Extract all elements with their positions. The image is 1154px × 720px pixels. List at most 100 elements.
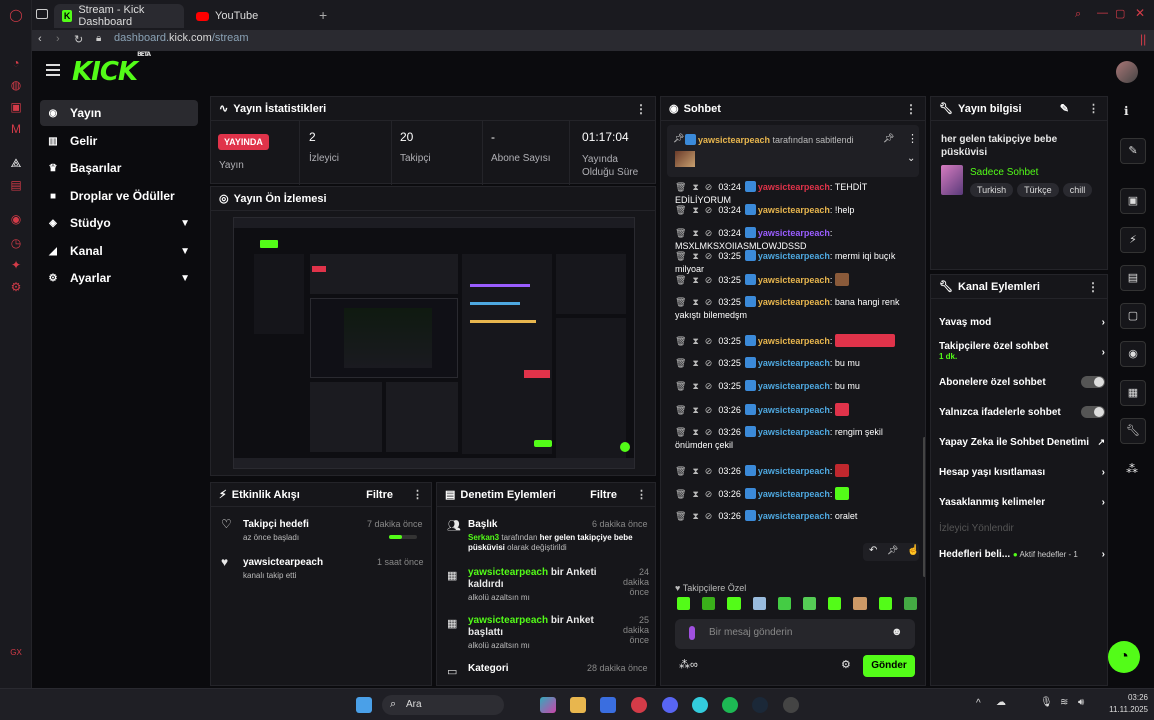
chat-message[interactable]: 🗑︎ ⧗ ⊘ 03:25 yawsictearpeach: bu mu — [675, 357, 919, 370]
ban-icon[interactable]: ⊘ — [705, 275, 713, 285]
sidebar-item-kanal[interactable]: ◢ Kanal ▼ — [40, 238, 198, 264]
ban-icon[interactable]: ⊘ — [705, 205, 713, 215]
emote-icon[interactable] — [777, 597, 792, 610]
taskbar-search[interactable]: ⌕ Ara — [382, 695, 504, 715]
timeout-icon[interactable]: ⧗ — [692, 405, 698, 415]
opera-gx-icon[interactable] — [631, 697, 647, 713]
tab-overview-icon[interactable] — [36, 9, 48, 19]
ban-icon[interactable]: ⊘ — [705, 336, 713, 346]
more-icon[interactable]: ⋮ — [636, 488, 647, 501]
trash-icon[interactable]: 🗑︎ — [675, 297, 686, 307]
mic-tray-icon[interactable]: 🎙︎ — [1040, 697, 1053, 708]
trash-icon[interactable]: 🗑︎ — [675, 489, 686, 499]
action-ai-moderation[interactable]: Yapay Zeka ile Sohbet Denetimi ↗ — [939, 437, 1105, 448]
steam-icon[interactable] — [752, 697, 768, 713]
toggle-switch[interactable] — [1081, 406, 1105, 418]
search-tabs-icon[interactable]: ⌕ — [1075, 8, 1081, 21]
pinned-message[interactable]: 📌︎ yawsictearpeach tarafından sabitlendi… — [667, 125, 919, 177]
chat-input[interactable]: Bir mesaj gönderin ☻ — [675, 619, 915, 649]
spotify-icon[interactable] — [722, 697, 738, 713]
emote-icon[interactable] — [878, 597, 892, 610]
action-followers-only[interactable]: Takipçilere özel sohbet › 1 dk. — [939, 341, 1105, 361]
action-account-age[interactable]: Hesap yaşı kısıtlaması › — [939, 467, 1105, 478]
maximize-icon[interactable]: ▢ — [1115, 7, 1125, 20]
timeout-icon[interactable]: ⧗ — [692, 275, 698, 285]
history-icon[interactable]: ◷ — [9, 236, 23, 250]
reload-icon[interactable]: ↻ — [74, 33, 83, 46]
chat-message[interactable]: 🗑︎ ⧗ ⊘ 03:26 yawsictearpeach: — [675, 464, 919, 478]
timeout-icon[interactable]: ⧗ — [692, 489, 698, 499]
close-icon[interactable]: ✕ — [1135, 6, 1145, 20]
store-icon[interactable] — [600, 697, 616, 713]
screen-tool-button[interactable]: ▣ — [1120, 188, 1146, 214]
trash-icon[interactable]: 🗑︎ — [675, 358, 686, 368]
gx-icon[interactable]: GX — [9, 646, 23, 660]
trash-icon[interactable]: 🗑︎ — [675, 405, 686, 415]
toggle-switch[interactable] — [1081, 376, 1105, 388]
ban-icon[interactable]: ⊘ — [705, 511, 713, 521]
ban-icon[interactable]: ⊘ — [705, 405, 713, 415]
ban-icon[interactable]: ⊘ — [705, 489, 713, 499]
broadcast-tool-button[interactable]: ◉ — [1120, 341, 1146, 367]
trash-icon[interactable]: 🗑︎ — [675, 251, 686, 261]
kick-sidebar-icon[interactable]: ⟁ — [9, 156, 23, 170]
ban-icon[interactable]: ⊘ — [705, 427, 713, 437]
mail-icon[interactable]: M — [9, 122, 23, 136]
trash-icon[interactable]: 🗑︎ — [675, 228, 686, 238]
wrench-tool-button[interactable]: 🔧︎ — [1120, 418, 1146, 444]
timeout-icon[interactable]: ⧗ — [692, 336, 698, 346]
timeout-icon[interactable]: ⧗ — [692, 466, 698, 476]
xbox-icon[interactable] — [692, 697, 708, 713]
more-icon[interactable]: ⋮ — [412, 488, 423, 501]
timeout-icon[interactable]: ⧗ — [692, 427, 698, 437]
messenger-icon[interactable]: ◍ — [9, 78, 23, 92]
chat-message[interactable]: 🗑︎ ⧗ ⊘ 03:24 yawsictearpeach: !help — [675, 204, 919, 217]
discord-icon[interactable] — [662, 697, 678, 713]
emote-icon[interactable] — [677, 597, 691, 610]
mod-tool-button[interactable]: ▦ — [1120, 380, 1146, 406]
wifi-icon[interactable]: ≋ — [1060, 697, 1068, 708]
sidebar-item-droplar[interactable]: ■ Droplar ve Ödüller — [40, 183, 198, 209]
file-explorer-icon[interactable] — [570, 697, 586, 713]
app-icon[interactable] — [783, 697, 799, 713]
chat-message[interactable]: 🗑︎ ⧗ ⊘ 03:26 yawsictearpeach: rengim şekil ö… — [675, 426, 919, 452]
gear-icon[interactable]: ⚙ — [841, 658, 851, 671]
unpin-icon[interactable]: 📌︎ — [883, 133, 894, 144]
action-banned-words[interactable]: Yasaklanmış kelimeler › — [939, 497, 1105, 508]
minimize-icon[interactable]: — — [1097, 7, 1108, 19]
timeout-icon[interactable]: ⧗ — [692, 251, 698, 261]
timeout-icon[interactable]: ⧗ — [692, 511, 698, 521]
action-goals[interactable]: Hedefleri beli... ● Aktif hedefler - 1 › — [939, 549, 1105, 560]
player-icon[interactable]: ◉ — [9, 212, 23, 226]
extensions-icon[interactable]: ✦ — [9, 258, 23, 272]
action-subscribers-only[interactable]: Abonelere özel sohbet — [939, 376, 1105, 388]
emote-icon[interactable] — [702, 597, 716, 610]
tab-youtube[interactable]: YouTube — [188, 4, 308, 28]
more-icon[interactable]: ⋮ — [907, 132, 918, 145]
trash-icon[interactable]: 🗑︎ — [675, 381, 686, 391]
settings-icon[interactable]: ⚙ — [9, 280, 23, 294]
ban-icon[interactable]: ⊘ — [705, 228, 713, 238]
gx-control-icon[interactable]: || — [1140, 32, 1146, 46]
kick-logo[interactable]: KICKBETA — [72, 51, 151, 87]
chat-scrollbar[interactable] — [923, 437, 925, 577]
action-slow-mode[interactable]: Yavaş mod › — [939, 317, 1105, 328]
trash-icon[interactable]: 🗑︎ — [675, 205, 686, 215]
forward-icon[interactable]: › — [56, 33, 60, 45]
undo-icon[interactable]: ↶ — [869, 545, 877, 556]
timeout-icon[interactable]: ⧗ — [692, 228, 698, 238]
ban-icon[interactable]: ⊘ — [705, 381, 713, 391]
trash-icon[interactable]: 🗑︎ — [675, 275, 686, 285]
emote-icon[interactable] — [853, 597, 867, 610]
activity-filter-button[interactable]: Filtre — [366, 489, 393, 501]
ban-icon[interactable]: ⊘ — [705, 297, 713, 307]
help-chat-button[interactable]: ◔ — [1108, 641, 1140, 673]
chevron-down-icon[interactable]: ⌄ — [907, 153, 915, 164]
bolt-tool-button[interactable]: ⚡︎ — [1120, 227, 1146, 253]
instagram-icon[interactable]: ▣ — [9, 100, 23, 114]
volume-icon[interactable]: 🔊︎ — [1078, 697, 1084, 708]
tab-kick-dashboard[interactable]: K Stream - Kick Dashboard — [54, 4, 184, 28]
notes-tool-button[interactable]: ▤ — [1120, 265, 1146, 291]
mic-icon[interactable] — [689, 626, 695, 640]
emote-icon[interactable] — [828, 597, 842, 610]
